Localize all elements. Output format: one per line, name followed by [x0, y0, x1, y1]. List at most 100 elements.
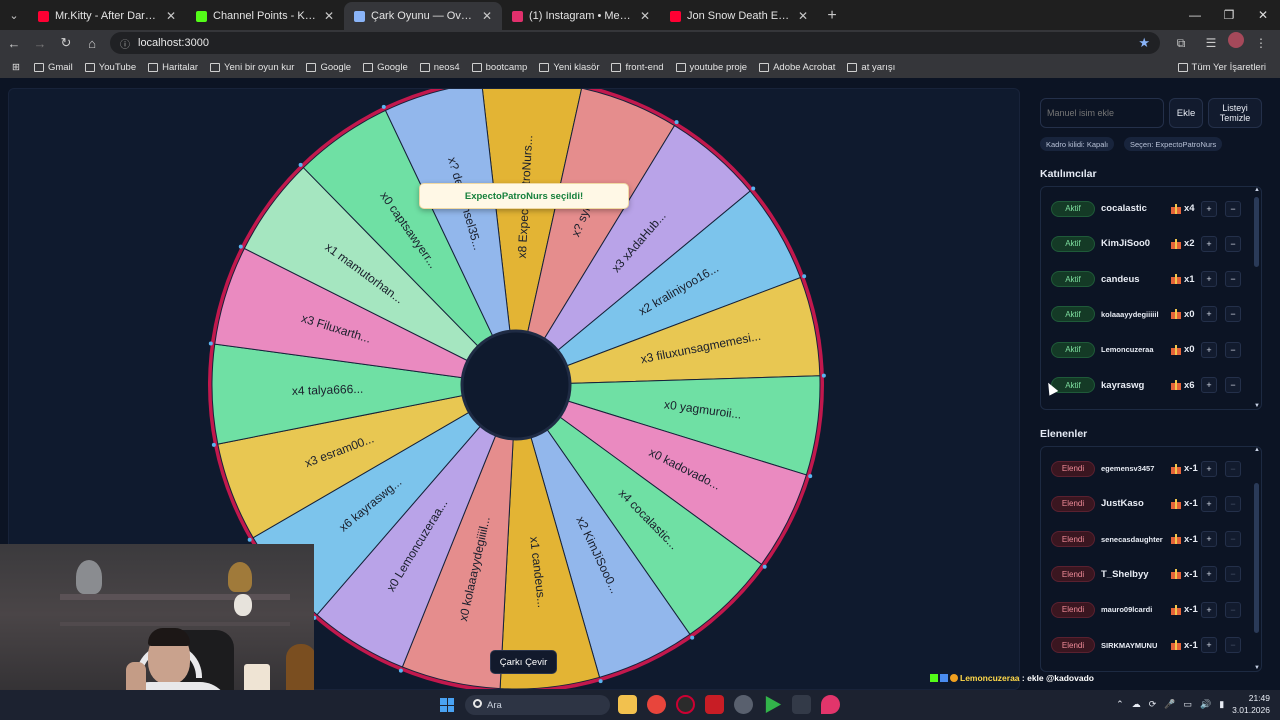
home-icon[interactable]: ⌂ [80, 31, 104, 55]
chevron-up-icon[interactable]: ⌃ [1116, 699, 1124, 710]
close-tab-icon[interactable]: ✕ [166, 9, 176, 23]
forward-icon[interactable]: → [28, 31, 52, 55]
bookmark-item[interactable]: at yarışı [841, 57, 901, 77]
clock[interactable]: 21:49 3.01.2026 [1232, 692, 1270, 716]
close-tab-icon[interactable]: ✕ [482, 9, 492, 23]
increase-button[interactable]: + [1201, 271, 1217, 288]
spin-button[interactable]: Çarkı Çevir [490, 650, 557, 674]
mic-icon[interactable]: 🎤 [1164, 699, 1175, 710]
bookmark-item[interactable]: YouTube [79, 57, 142, 77]
browser-tab[interactable]: Çark Oyunu — Overlay ✕ [344, 2, 502, 30]
browser-tab[interactable]: Mr.Kitty - After Dark - YouTube ✕ [28, 2, 186, 30]
increase-button[interactable]: + [1201, 200, 1217, 217]
bookmark-star-icon[interactable]: ★ [1138, 35, 1150, 51]
bookmark-item[interactable]: Google [300, 57, 357, 77]
battery-icon[interactable]: ▮ [1219, 699, 1224, 710]
bookmark-item[interactable]: Gmail [28, 57, 79, 77]
multiplier: x0 [1184, 308, 1195, 320]
scroll-down-icon[interactable]: ▼ [1254, 403, 1260, 409]
address-bar[interactable]: ⓘ localhost:3000 ★ [110, 32, 1160, 54]
maps-icon[interactable] [821, 695, 840, 714]
increase-button[interactable]: + [1201, 306, 1217, 323]
bookmark-item[interactable]: neos4 [414, 57, 466, 77]
increase-button[interactable]: + [1201, 235, 1217, 252]
close-tab-icon[interactable]: ✕ [798, 9, 808, 23]
minimize-icon[interactable]: — [1178, 0, 1212, 30]
decrease-button[interactable]: − [1225, 377, 1241, 393]
decrease-button[interactable]: − [1225, 271, 1241, 288]
bookmark-item[interactable]: Yeni bir oyun kur [204, 57, 300, 77]
increase-button[interactable]: + [1201, 566, 1217, 583]
sync-icon[interactable]: ⟳ [1149, 699, 1157, 710]
decrease-button[interactable]: − [1225, 566, 1241, 583]
wheel-peg [381, 104, 386, 109]
all-bookmarks[interactable]: Tüm Yer İşaretleri [1172, 57, 1272, 77]
scroll-up-icon[interactable]: ▲ [1254, 447, 1260, 453]
browser-tab[interactable]: (1) Instagram • Mesajlar ✕ [502, 2, 660, 30]
decrease-button[interactable]: − [1225, 200, 1241, 217]
increase-button[interactable]: + [1201, 460, 1217, 477]
site-info-icon[interactable]: ⓘ [120, 36, 130, 51]
decrease-button[interactable]: − [1225, 601, 1241, 618]
roster-lock-chip[interactable]: Kadro kilidi: Kapalı [1040, 137, 1115, 151]
bookmark-item[interactable]: bootcamp [466, 57, 534, 77]
manual-name-input[interactable] [1040, 98, 1164, 128]
tab-search-icon[interactable]: ⌄ [0, 0, 28, 30]
reading-list-icon[interactable]: ☰ [1198, 32, 1224, 54]
scroll-down-icon[interactable]: ▼ [1254, 665, 1260, 671]
bookmark-item[interactable]: Yeni klasör [533, 57, 605, 77]
gift-icon [1171, 344, 1181, 355]
decrease-button[interactable]: − [1225, 495, 1241, 512]
extensions-icon[interactable]: ⧉ [1168, 32, 1194, 54]
back-icon[interactable]: ← [2, 31, 26, 55]
app-icon[interactable] [705, 695, 724, 714]
taskbar-search[interactable]: Ara [465, 695, 610, 715]
increase-button[interactable]: + [1201, 341, 1217, 358]
bookmark-item[interactable]: Google [357, 57, 414, 77]
increase-button[interactable]: + [1201, 637, 1217, 653]
new-tab-button[interactable]: + [818, 2, 846, 30]
bookmark-item[interactable]: Adobe Acrobat [753, 57, 841, 77]
url-text: localhost:3000 [138, 37, 209, 49]
decrease-button[interactable]: − [1225, 460, 1241, 477]
browser-tab[interactable]: Jon Snow Death Edit | Traitor ✕ [660, 2, 818, 30]
file-explorer-icon[interactable] [618, 695, 637, 714]
scrollbar[interactable] [1254, 197, 1259, 267]
apps-icon[interactable]: ⊞ [6, 57, 26, 77]
decrease-button[interactable]: − [1225, 306, 1241, 323]
menu-icon[interactable]: ⋮ [1248, 32, 1274, 54]
volume-icon[interactable]: 🔊 [1200, 699, 1211, 710]
bookmark-item[interactable]: front-end [605, 57, 669, 77]
add-button[interactable]: Ekle [1169, 98, 1203, 128]
bookmark-icon [471, 62, 482, 72]
decrease-button[interactable]: − [1225, 341, 1241, 358]
browser-tab[interactable]: Channel Points - Kick Dashboard ✕ [186, 2, 344, 30]
decrease-button[interactable]: − [1225, 235, 1241, 252]
network-icon[interactable]: ▭ [1183, 699, 1192, 710]
cloud-icon[interactable]: ☁ [1132, 699, 1141, 710]
windows-start-icon[interactable] [440, 698, 454, 712]
increase-button[interactable]: + [1201, 601, 1217, 618]
terminal-icon[interactable] [792, 695, 811, 714]
bookmark-item[interactable]: Haritalar [142, 57, 204, 77]
play-icon[interactable] [765, 695, 782, 714]
close-tab-icon[interactable]: ✕ [324, 9, 334, 23]
clear-list-button[interactable]: Listeyi Temizle [1208, 98, 1262, 128]
scroll-up-icon[interactable]: ▲ [1254, 187, 1260, 193]
decrease-button[interactable]: − [1225, 637, 1241, 653]
obs-icon[interactable] [676, 695, 695, 714]
wheel-hub[interactable] [460, 329, 572, 441]
restore-icon[interactable]: ❐ [1212, 0, 1246, 30]
profile-avatar[interactable] [1228, 32, 1244, 48]
scrollbar[interactable] [1254, 483, 1259, 633]
reload-icon[interactable]: ↻ [54, 31, 78, 55]
decrease-button[interactable]: − [1225, 531, 1241, 548]
increase-button[interactable]: + [1201, 495, 1217, 512]
chrome-icon[interactable] [647, 695, 666, 714]
close-tab-icon[interactable]: ✕ [640, 9, 650, 23]
settings-icon[interactable] [734, 695, 753, 714]
increase-button[interactable]: + [1201, 377, 1217, 393]
increase-button[interactable]: + [1201, 531, 1217, 548]
close-window-icon[interactable]: ✕ [1246, 0, 1280, 30]
bookmark-item[interactable]: youtube proje [670, 57, 754, 77]
